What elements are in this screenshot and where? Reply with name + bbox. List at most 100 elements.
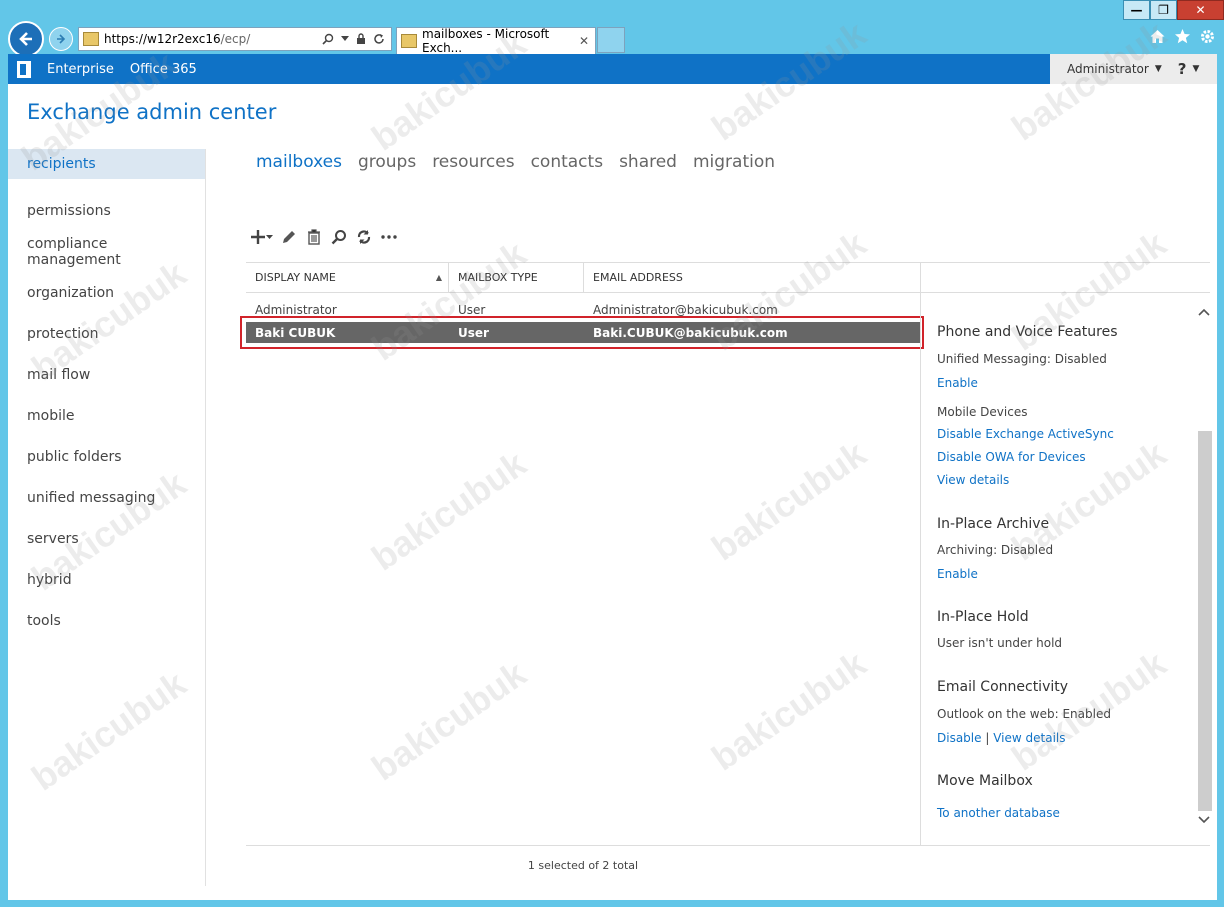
nav-item-unified-messaging[interactable]: unified messaging <box>8 477 205 518</box>
nav-item-protection[interactable]: protection <box>8 313 205 354</box>
nav-item-recipients[interactable]: recipients <box>8 149 205 179</box>
tab-shared[interactable]: shared <box>619 152 677 172</box>
nav-item-public-folders[interactable]: public folders <box>8 436 205 477</box>
back-button[interactable] <box>8 21 44 57</box>
move-to-database-link[interactable]: To another database <box>937 806 1060 820</box>
nav-item-servers[interactable]: servers <box>8 518 205 559</box>
delete-button[interactable] <box>305 229 323 245</box>
more-icon <box>381 235 397 239</box>
scroll-down-icon[interactable] <box>1198 813 1210 828</box>
edit-button[interactable] <box>280 229 298 245</box>
refresh-button[interactable] <box>355 229 373 245</box>
office-logo-icon[interactable] <box>17 60 31 78</box>
url-host: https://w12r2exc16 <box>104 32 221 46</box>
close-window-button[interactable]: ✕ <box>1177 0 1224 20</box>
tab-title: mailboxes - Microsoft Exch... <box>422 27 550 55</box>
enable-archive-link[interactable]: Enable <box>937 567 978 581</box>
details-pane: Phone and Voice Features Unified Messagi… <box>920 293 1212 845</box>
grid-toolbar <box>250 229 398 245</box>
new-tab-button[interactable] <box>597 27 625 53</box>
view-mobile-details-link[interactable]: View details <box>937 473 1009 487</box>
section-title-connectivity: Email Connectivity <box>937 679 1069 695</box>
add-caret-icon <box>266 234 273 239</box>
section-title-hold: In-Place Hold <box>937 609 1029 625</box>
window-controls: — ❐ ✕ <box>1123 0 1224 20</box>
column-header-mailbox-type[interactable]: MAILBOX TYPE <box>449 263 584 292</box>
browser-tab-active[interactable]: mailboxes - Microsoft Exch... ✕ <box>396 27 596 55</box>
minimize-button[interactable]: — <box>1123 0 1150 20</box>
section-title-phone-voice: Phone and Voice Features <box>937 324 1118 340</box>
owa-status: Outlook on the web: Enabled <box>937 707 1111 721</box>
sort-ascending-icon: ▲ <box>435 273 442 282</box>
favorites-star-icon[interactable] <box>1174 28 1191 45</box>
o365-header-bar: Enterprise Office 365 Administrator ▼ ? … <box>8 54 1217 84</box>
tab-favicon-icon <box>401 34 417 48</box>
section-title-move-mailbox: Move Mailbox <box>937 773 1033 789</box>
scroll-up-icon[interactable] <box>1198 305 1210 320</box>
nav-item-mail-flow[interactable]: mail flow <box>8 354 205 395</box>
address-bar[interactable]: https://w12r2exc16 /ecp/ <box>78 27 392 51</box>
disable-owa-devices-link[interactable]: Disable OWA for Devices <box>937 450 1086 464</box>
home-icon[interactable] <box>1149 28 1166 45</box>
tab-migration[interactable]: migration <box>693 152 775 172</box>
tab-resources[interactable]: resources <box>432 152 514 172</box>
grid-footer: 1 selected of 2 total <box>246 845 1210 885</box>
forward-arrow-icon <box>57 34 66 44</box>
header-link-office365[interactable]: Office 365 <box>130 62 197 77</box>
nav-item-compliance-management[interactable]: compliance management <box>8 231 205 272</box>
user-menu[interactable]: Administrator ▼ ? ▼ <box>1050 54 1217 84</box>
lock-icon[interactable] <box>356 33 366 45</box>
search-icon[interactable] <box>322 33 334 45</box>
page-title: Exchange admin center <box>27 100 277 124</box>
tab-contacts[interactable]: contacts <box>531 152 603 172</box>
tab-groups[interactable]: groups <box>358 152 416 172</box>
column-header-display-name[interactable]: DISPLAY NAME ▲ <box>246 263 449 292</box>
search-button[interactable] <box>330 229 348 245</box>
highlight-annotation-box <box>240 316 924 349</box>
column-label: DISPLAY NAME <box>255 271 336 284</box>
details-scrollbar[interactable] <box>1198 431 1212 811</box>
link-separator: | <box>985 731 990 745</box>
nav-item-permissions[interactable]: permissions <box>8 190 205 231</box>
column-header-email-address[interactable]: EMAIL ADDRESS <box>584 263 921 292</box>
nav-item-organization[interactable]: organization <box>8 272 205 313</box>
forward-button[interactable] <box>49 27 73 51</box>
header-link-enterprise[interactable]: Enterprise <box>47 62 114 77</box>
nav-item-mobile[interactable]: mobile <box>8 395 205 436</box>
archiving-status: Archiving: Disabled <box>937 543 1054 557</box>
nav-item-tools[interactable]: tools <box>8 600 205 641</box>
plus-icon <box>251 230 265 244</box>
column-label: MAILBOX TYPE <box>458 271 538 284</box>
unified-messaging-status: Unified Messaging: Disabled <box>937 352 1107 366</box>
sub-tabs: mailboxes groups resources contacts shar… <box>256 152 775 172</box>
cell-email-address: Administrator@bakicubuk.com <box>593 302 778 317</box>
cell-mailbox-type: User <box>458 302 486 317</box>
tab-mailboxes[interactable]: mailboxes <box>256 152 342 172</box>
pencil-icon <box>283 231 295 243</box>
view-owa-details-link[interactable]: View details <box>993 731 1065 745</box>
section-title-archive: In-Place Archive <box>937 516 1050 532</box>
cell-display-name: Administrator <box>255 302 337 317</box>
maximize-button[interactable]: ❐ <box>1150 0 1177 20</box>
gear-icon[interactable] <box>1199 28 1216 45</box>
more-button[interactable] <box>380 234 398 240</box>
user-name[interactable]: Administrator <box>1067 62 1149 76</box>
help-caret-icon[interactable]: ▼ <box>1192 64 1199 74</box>
trash-icon <box>308 229 320 245</box>
left-nav: recipients permissions compliance manage… <box>8 149 206 886</box>
enable-um-link[interactable]: Enable <box>937 376 978 390</box>
nav-item-hybrid[interactable]: hybrid <box>8 559 205 600</box>
chevron-down-icon[interactable] <box>341 36 349 42</box>
browser-toolbar-icons <box>1149 28 1216 45</box>
disable-activesync-link[interactable]: Disable Exchange ActiveSync <box>937 427 1114 441</box>
disable-owa-link[interactable]: Disable <box>937 731 982 745</box>
refresh-icon[interactable] <box>373 33 385 45</box>
tab-close-icon[interactable]: ✕ <box>579 34 589 48</box>
grid-header: DISPLAY NAME ▲ MAILBOX TYPE EMAIL ADDRES… <box>246 262 1210 293</box>
user-caret-icon[interactable]: ▼ <box>1155 64 1162 74</box>
help-icon[interactable]: ? <box>1178 60 1187 78</box>
add-button[interactable] <box>250 229 273 245</box>
eac-page: Exchange admin center recipients permiss… <box>8 84 1217 900</box>
hold-status: User isn't under hold <box>937 636 1063 650</box>
browser-chrome: https://w12r2exc16 /ecp/ mailboxes - Mic… <box>0 0 1224 57</box>
